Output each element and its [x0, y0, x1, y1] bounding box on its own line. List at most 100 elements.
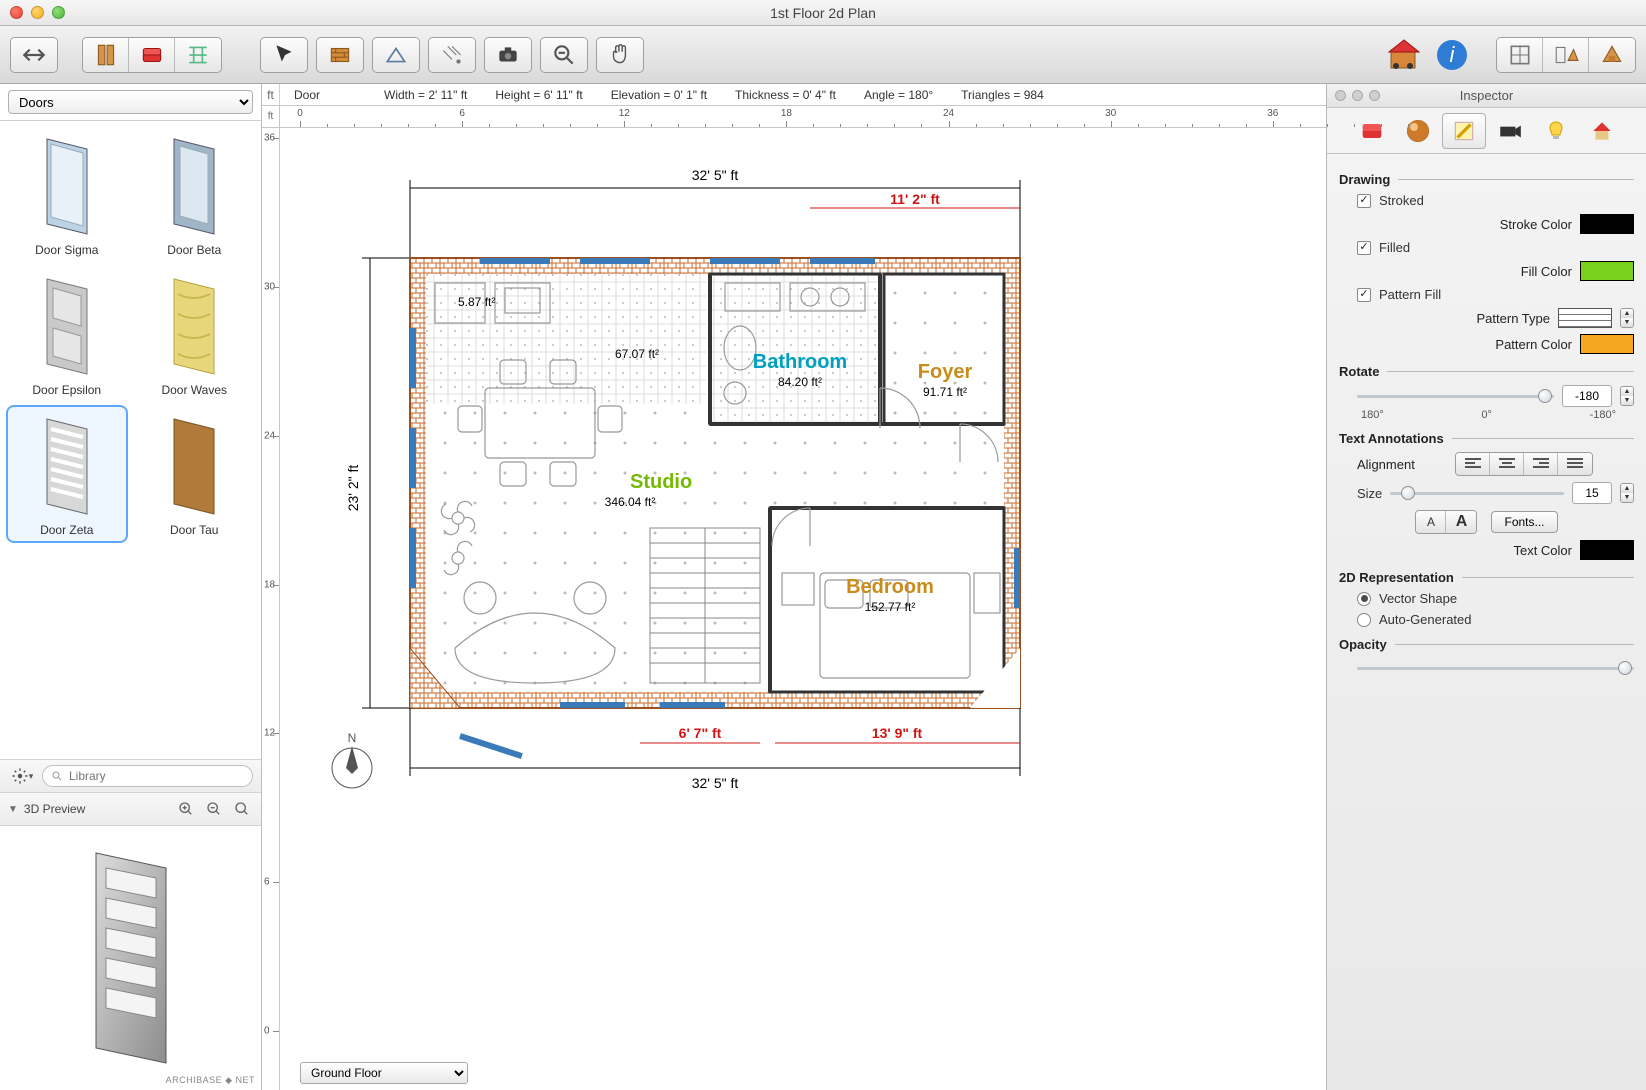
preview-zoom-in-icon[interactable]: [175, 798, 197, 820]
align-left-button[interactable]: [1456, 453, 1490, 475]
library-materials-button[interactable]: [175, 38, 221, 72]
svg-text:Studio: Studio: [630, 471, 692, 493]
text-size-stepper[interactable]: ▲▼: [1620, 483, 1634, 503]
status-triangles: Triangles = 984: [947, 88, 1058, 102]
selected-object-label: Door: [280, 88, 370, 102]
inspector-tab-edit[interactable]: [1442, 113, 1486, 149]
floorplan-canvas[interactable]: 32' 5" ft 11' 2" ft 23' 2" ft: [280, 128, 1326, 1090]
alignment-group: [1455, 452, 1593, 476]
compass-icon: N: [332, 731, 372, 788]
rotate-stepper[interactable]: ▲▼: [1620, 386, 1634, 406]
svg-text:13' 9" ft: 13' 9" ft: [872, 725, 923, 741]
floor-selector[interactable]: Ground Floor: [300, 1062, 468, 1084]
auto-label: Auto-Generated: [1379, 612, 1472, 627]
align-right-button[interactable]: [1524, 453, 1558, 475]
pan-tool[interactable]: [597, 38, 643, 72]
fill-color-swatch[interactable]: [1580, 261, 1634, 281]
inspector-tab-camera[interactable]: [1488, 113, 1532, 149]
catalog-item[interactable]: Door Epsilon: [6, 265, 128, 403]
library-catalog: Door Sigma Door Beta Door Epsilon Door Wave…: [0, 121, 261, 759]
window-title: 1st Floor 2d Plan: [0, 5, 1646, 21]
svg-text:N: N: [348, 731, 357, 745]
catalog-item[interactable]: Door Beta: [134, 125, 256, 263]
rotate-value-input[interactable]: [1562, 385, 1612, 407]
opacity-slider[interactable]: [1357, 658, 1634, 678]
pattern-color-swatch[interactable]: [1580, 334, 1634, 354]
inspector-close-button[interactable]: [1335, 90, 1346, 101]
text-small-a-button[interactable]: A: [1416, 511, 1446, 533]
door-thumb-icon: [160, 131, 228, 241]
catalog-item[interactable]: Door Tau: [134, 405, 256, 543]
window-zoom-button[interactable]: [52, 6, 65, 19]
svg-text:5.87 ft²: 5.87 ft²: [458, 295, 495, 309]
catalog-item-label: Door Beta: [167, 243, 221, 257]
search-icon: [51, 770, 63, 782]
library-search-field[interactable]: [42, 765, 253, 787]
auto-radio[interactable]: [1357, 613, 1371, 627]
wall-tool[interactable]: [317, 38, 363, 72]
dimension-tool[interactable]: [429, 38, 475, 72]
view-2d-button[interactable]: [1497, 38, 1543, 72]
inspector-tab-light[interactable]: [1534, 113, 1578, 149]
patternfill-checkbox[interactable]: [1357, 288, 1371, 302]
pointer-tool[interactable]: [261, 38, 307, 72]
door-thumb-icon: [33, 411, 101, 521]
size-label: Size: [1357, 486, 1382, 501]
rotate-slider[interactable]: [1357, 386, 1554, 406]
status-angle: Angle = 180°: [850, 88, 947, 102]
inspector-minimize-button[interactable]: [1352, 90, 1363, 101]
inspector-panel: Inspector Drawing Stroked Stroke Color F…: [1326, 84, 1646, 1090]
svg-text:91.71 ft²: 91.71 ft²: [923, 385, 967, 399]
gear-icon[interactable]: ▾: [8, 766, 36, 786]
stroke-color-swatch[interactable]: [1580, 214, 1634, 234]
stroked-checkbox[interactable]: [1357, 194, 1371, 208]
main-toolbar: i: [0, 26, 1646, 84]
library-furniture-button[interactable]: [129, 38, 175, 72]
align-center-button[interactable]: [1490, 453, 1524, 475]
preview-zoom-out-icon[interactable]: [203, 798, 225, 820]
library-doors-button[interactable]: [83, 38, 129, 72]
window-minimize-button[interactable]: [31, 6, 44, 19]
preview-zoom-fit-icon[interactable]: [231, 798, 253, 820]
fill-color-label: Fill Color: [1339, 264, 1572, 279]
filled-label: Filled: [1379, 240, 1410, 255]
catalog-item[interactable]: Door Waves: [134, 265, 256, 403]
svg-text:Foyer: Foyer: [918, 361, 973, 383]
view-3d-button[interactable]: [1589, 38, 1635, 72]
toggle-sidebar-button[interactable]: [11, 38, 57, 72]
catalog-item-label: Door Waves: [161, 383, 227, 397]
info-icon[interactable]: i: [1432, 35, 1472, 75]
catalog-item-label: Door Zeta: [40, 523, 93, 537]
catalog-item[interactable]: Door Zeta: [6, 405, 128, 543]
text-size-slider[interactable]: [1390, 483, 1564, 503]
align-justify-button[interactable]: [1558, 453, 1592, 475]
inspector-tab-furniture[interactable]: [1350, 113, 1394, 149]
preview-disclosure-icon[interactable]: ▼: [8, 804, 18, 815]
text-big-a-button[interactable]: A: [1446, 511, 1476, 533]
text-color-swatch[interactable]: [1580, 540, 1634, 560]
zoom-tool[interactable]: [541, 38, 587, 72]
library-category-select[interactable]: Doors: [8, 90, 253, 114]
pattern-type-stepper[interactable]: ▲▼: [1620, 308, 1634, 328]
fonts-button[interactable]: Fonts...: [1491, 511, 1557, 533]
inspector-tab-house[interactable]: [1580, 113, 1624, 149]
vector-radio[interactable]: [1357, 592, 1371, 606]
window-close-button[interactable]: [10, 6, 23, 19]
inspector-tab-materials[interactable]: [1396, 113, 1440, 149]
ruler-unit-corner: ft: [262, 106, 280, 128]
room-tool[interactable]: [373, 38, 419, 72]
view-split-button[interactable]: [1543, 38, 1589, 72]
catalog-item[interactable]: Door Sigma: [6, 125, 128, 263]
preview-3d-pane[interactable]: ARCHIBASE ◆ NET: [0, 826, 261, 1090]
vector-label: Vector Shape: [1379, 591, 1457, 606]
svg-text:32' 5" ft: 32' 5" ft: [692, 167, 739, 183]
text-size-input[interactable]: [1572, 482, 1612, 504]
library-search-input[interactable]: [69, 769, 244, 783]
warehouse-icon[interactable]: [1384, 35, 1424, 75]
filled-checkbox[interactable]: [1357, 241, 1371, 255]
inspector-zoom-button[interactable]: [1369, 90, 1380, 101]
svg-text:Bathroom: Bathroom: [753, 351, 847, 373]
camera-tool[interactable]: [485, 38, 531, 72]
pattern-type-swatch[interactable]: [1558, 308, 1612, 328]
svg-text:6' 7" ft: 6' 7" ft: [679, 725, 722, 741]
